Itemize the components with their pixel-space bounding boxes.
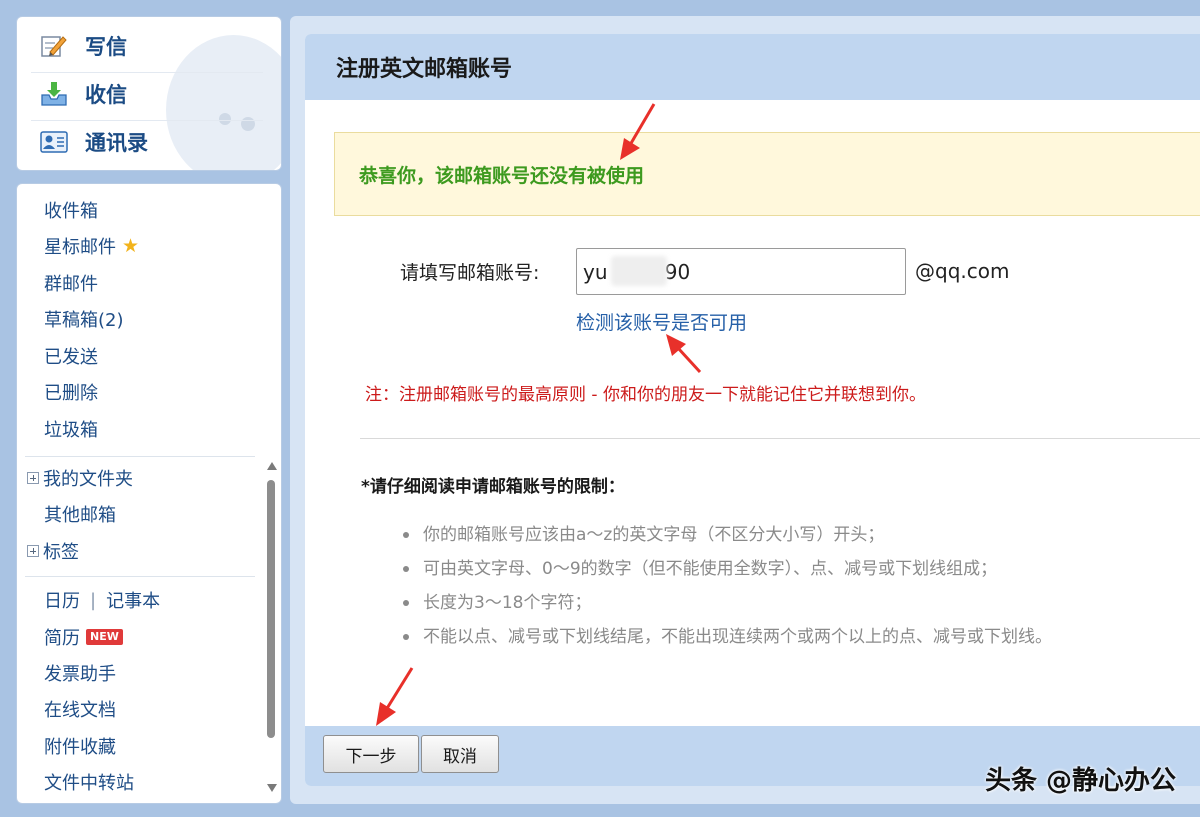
- folder-drafts-label: 草稿箱(2): [44, 310, 124, 331]
- success-message-box: 恭喜你，该邮箱账号还没有被使用: [334, 132, 1200, 216]
- notepad-link[interactable]: 记事本: [106, 587, 160, 613]
- quick-actions-panel: 写信 收信 通讯录: [16, 16, 282, 171]
- expand-plus-icon[interactable]: [27, 472, 39, 484]
- folder-drafts[interactable]: 草稿箱(2): [44, 304, 124, 334]
- attachments-link[interactable]: 附件收藏: [44, 731, 116, 761]
- separator: |: [90, 589, 97, 611]
- folder-other-mailbox[interactable]: 其他邮箱: [44, 499, 116, 529]
- register-panel: 注册英文邮箱账号 恭喜你，该邮箱账号还没有被使用 请填写邮箱账号: @qq.co…: [305, 34, 1200, 786]
- folder-my-folders[interactable]: 我的文件夹: [27, 463, 133, 493]
- folder-starred-label: 星标邮件: [44, 237, 116, 258]
- folder-inbox-label: 收件箱: [44, 201, 98, 222]
- folder-spam-label: 垃圾箱: [44, 420, 98, 441]
- receive-mail-button[interactable]: 收信: [31, 72, 263, 114]
- naming-note: 注：注册邮箱账号的最高原则 - 你和你的朋友一下就能记住它并联想到你。: [365, 385, 926, 405]
- online-docs-label: 在线文档: [44, 700, 116, 721]
- expand-plus-icon[interactable]: [27, 545, 39, 557]
- page-title: 注册英文邮箱账号: [336, 57, 513, 82]
- folder-my-folders-label: 我的文件夹: [43, 469, 133, 490]
- rule-item: 你的邮箱账号应该由a～z的英文字母（不区分大小写）开头；: [399, 518, 1052, 552]
- folder-deleted-label: 已删除: [44, 383, 98, 404]
- section-divider: [360, 438, 1200, 439]
- calendar-link[interactable]: 日历: [44, 587, 80, 613]
- compose-label: 写信: [85, 35, 127, 59]
- rule-item: 不能以点、减号或下划线结尾，不能出现连续两个或两个以上的点、减号或下划线。: [399, 620, 1052, 654]
- panel-header: 注册英文邮箱账号: [305, 34, 1200, 100]
- contacts-button[interactable]: 通讯录: [31, 120, 263, 162]
- resume-link[interactable]: 简历 NEW: [44, 622, 123, 652]
- inbox-download-icon: [39, 81, 69, 107]
- invoice-label: 发票助手: [44, 664, 116, 685]
- cancel-button[interactable]: 取消: [421, 735, 499, 773]
- rules-list: 你的邮箱账号应该由a～z的英文字母（不区分大小写）开头； 可由英文字母、0～9的…: [399, 518, 1052, 654]
- file-transfer-label: 文件中转站: [44, 773, 134, 794]
- folder-scrollbar[interactable]: [266, 462, 277, 792]
- folder-divider: [25, 576, 255, 577]
- online-docs-link[interactable]: 在线文档: [44, 694, 116, 724]
- folder-group-mail[interactable]: 群邮件: [44, 268, 98, 298]
- contacts-label: 通讯录: [85, 130, 148, 155]
- star-icon: ★: [122, 235, 140, 257]
- calendar-notepad-row: 日历 | 记事本: [44, 585, 160, 615]
- folder-group-label: 群邮件: [44, 274, 98, 295]
- scroll-up-arrow-icon[interactable]: [267, 462, 277, 470]
- rule-item: 长度为3～18个字符；: [399, 586, 1052, 620]
- resume-label: 简历: [44, 628, 80, 649]
- folder-other-mailbox-label: 其他邮箱: [44, 505, 116, 526]
- input-privacy-blur: [611, 256, 667, 286]
- file-transfer-link[interactable]: 文件中转站: [44, 767, 134, 797]
- compose-button[interactable]: 写信: [31, 25, 263, 67]
- success-message: 恭喜你，该邮箱账号还没有被使用: [359, 164, 645, 187]
- folder-tags[interactable]: 标签: [27, 536, 79, 566]
- folder-sent[interactable]: 已发送: [44, 341, 98, 371]
- watermark-text: 头条 @静心办公: [984, 766, 1176, 796]
- invoice-assistant-link[interactable]: 发票助手: [44, 658, 116, 688]
- next-step-button[interactable]: 下一步: [323, 735, 419, 773]
- receive-mail-label: 收信: [85, 82, 127, 107]
- account-field-label: 请填写邮箱账号:: [400, 262, 540, 284]
- scroll-down-arrow-icon[interactable]: [267, 784, 277, 792]
- folder-starred[interactable]: 星标邮件 ★: [44, 231, 139, 261]
- folder-divider: [25, 456, 255, 457]
- domain-suffix: @qq.com: [915, 259, 1010, 283]
- folder-deleted[interactable]: 已删除: [44, 377, 98, 407]
- pencil-icon: [39, 33, 69, 59]
- folder-inbox[interactable]: 收件箱: [44, 195, 98, 225]
- folder-spam[interactable]: 垃圾箱: [44, 414, 98, 444]
- check-availability-link[interactable]: 检测该账号是否可用: [576, 308, 747, 335]
- folder-list-panel: 收件箱 星标邮件 ★ 群邮件 草稿箱(2) 已发送 已删除 垃圾箱 我的文件夹 …: [16, 183, 282, 804]
- new-badge: NEW: [86, 629, 123, 645]
- rule-item: 可由英文字母、0～9的数字（但不能使用全数字）、点、减号或下划线组成；: [399, 552, 1052, 586]
- folder-tags-label: 标签: [43, 542, 79, 563]
- contacts-card-icon: [39, 129, 69, 155]
- scroll-thumb[interactable]: [267, 480, 275, 738]
- folder-sent-label: 已发送: [44, 347, 98, 368]
- rules-title: *请仔细阅读申请邮箱账号的限制：: [361, 477, 625, 497]
- attachments-label: 附件收藏: [44, 737, 116, 758]
